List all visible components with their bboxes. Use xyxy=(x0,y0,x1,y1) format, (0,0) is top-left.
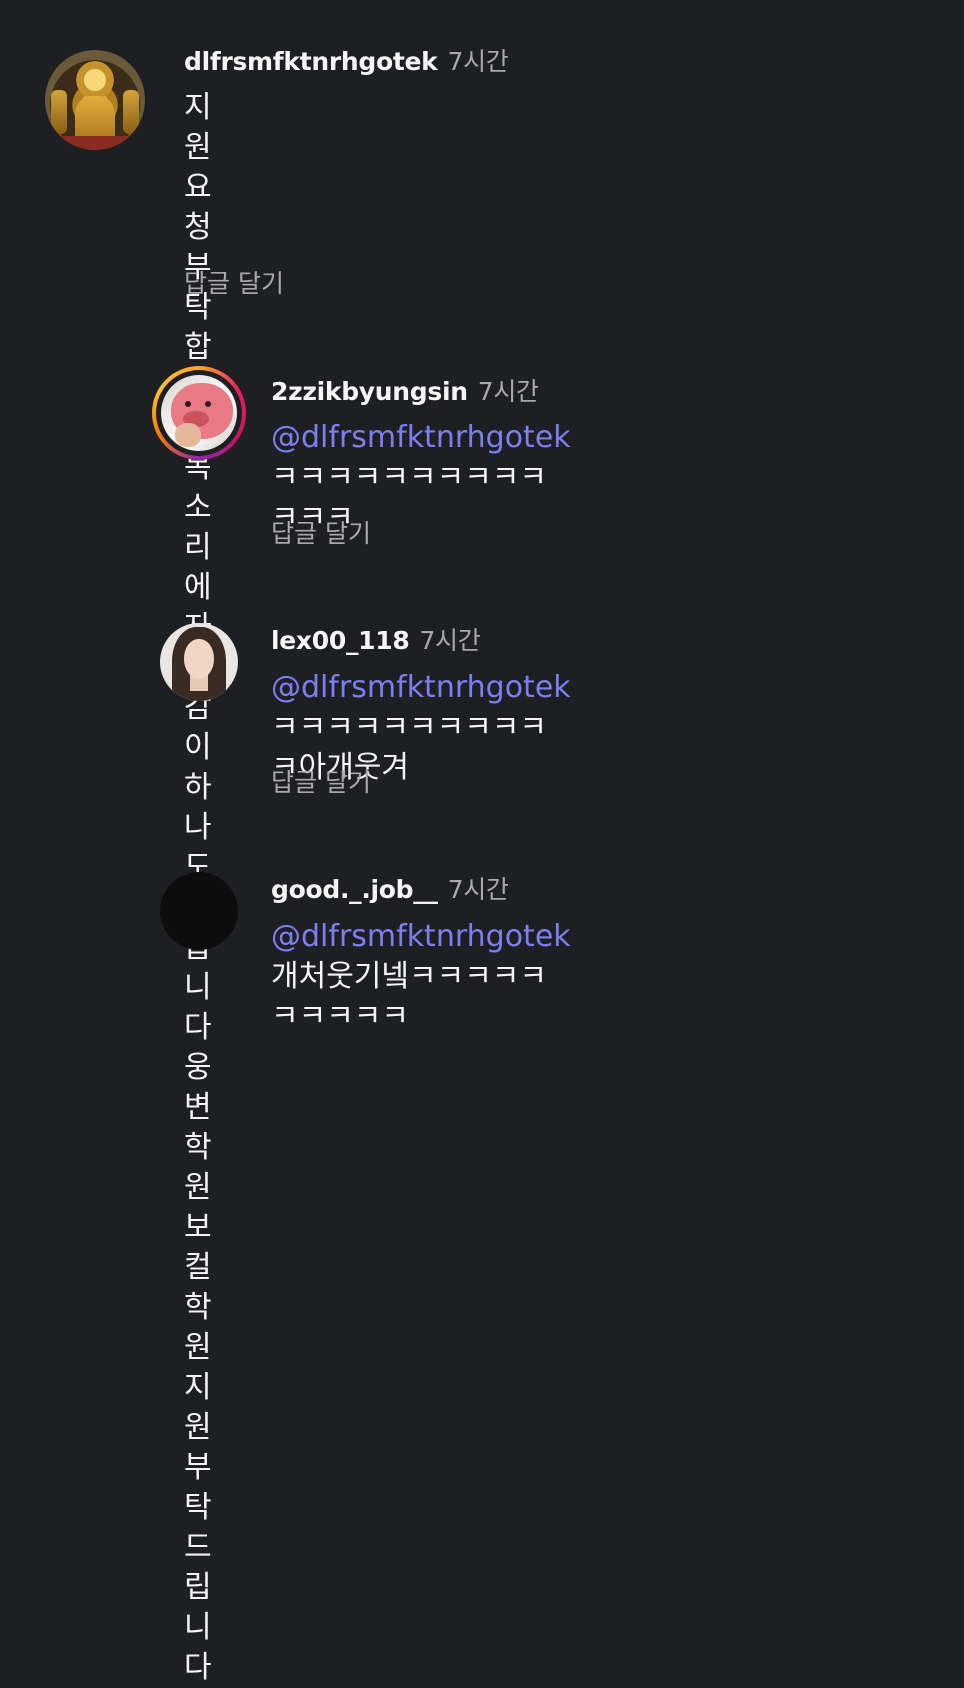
username[interactable]: good._.job__ xyxy=(271,875,438,904)
avatar[interactable] xyxy=(152,366,246,460)
timestamp: 7시간 xyxy=(419,626,481,655)
avatar[interactable] xyxy=(45,50,145,150)
username[interactable]: lex00_118 xyxy=(271,626,410,655)
mention-link[interactable]: @dlfrsmfktnrhgotek xyxy=(271,919,571,954)
timestamp: 7시간 xyxy=(477,377,539,406)
mention-link[interactable]: @dlfrsmfktnrhgotek xyxy=(271,670,571,705)
reply-button[interactable]: 답글 달기 xyxy=(184,264,284,300)
comment-header: good._.job__ 7시간 xyxy=(271,870,509,906)
comment-header: dlfrsmfktnrhgotek 7시간 xyxy=(184,42,509,78)
timestamp: 7시간 xyxy=(447,875,509,904)
reply-button[interactable]: 답글 달기 xyxy=(271,763,371,799)
comment-text: @dlfrsmfktnrhgotek 개처웃기넼ㅋㅋㅋㅋㅋ ㅋㅋㅋㅋㅋ xyxy=(271,917,571,1037)
username[interactable]: 2zzikbyungsin xyxy=(271,377,468,406)
comment-header: 2zzikbyungsin 7시간 xyxy=(271,372,539,408)
username[interactable]: dlfrsmfktnrhgotek xyxy=(184,47,438,76)
reply-button[interactable]: 답글 달기 xyxy=(271,514,371,550)
comment-header: lex00_118 7시간 xyxy=(271,621,481,657)
mention-link[interactable]: @dlfrsmfktnrhgotek xyxy=(271,420,571,455)
avatar[interactable] xyxy=(160,872,238,950)
timestamp: 7시간 xyxy=(447,47,509,76)
comment-body: 개처웃기넼ㅋㅋㅋㅋㅋ ㅋㅋㅋㅋㅋ xyxy=(271,959,547,1034)
avatar[interactable] xyxy=(160,623,238,701)
